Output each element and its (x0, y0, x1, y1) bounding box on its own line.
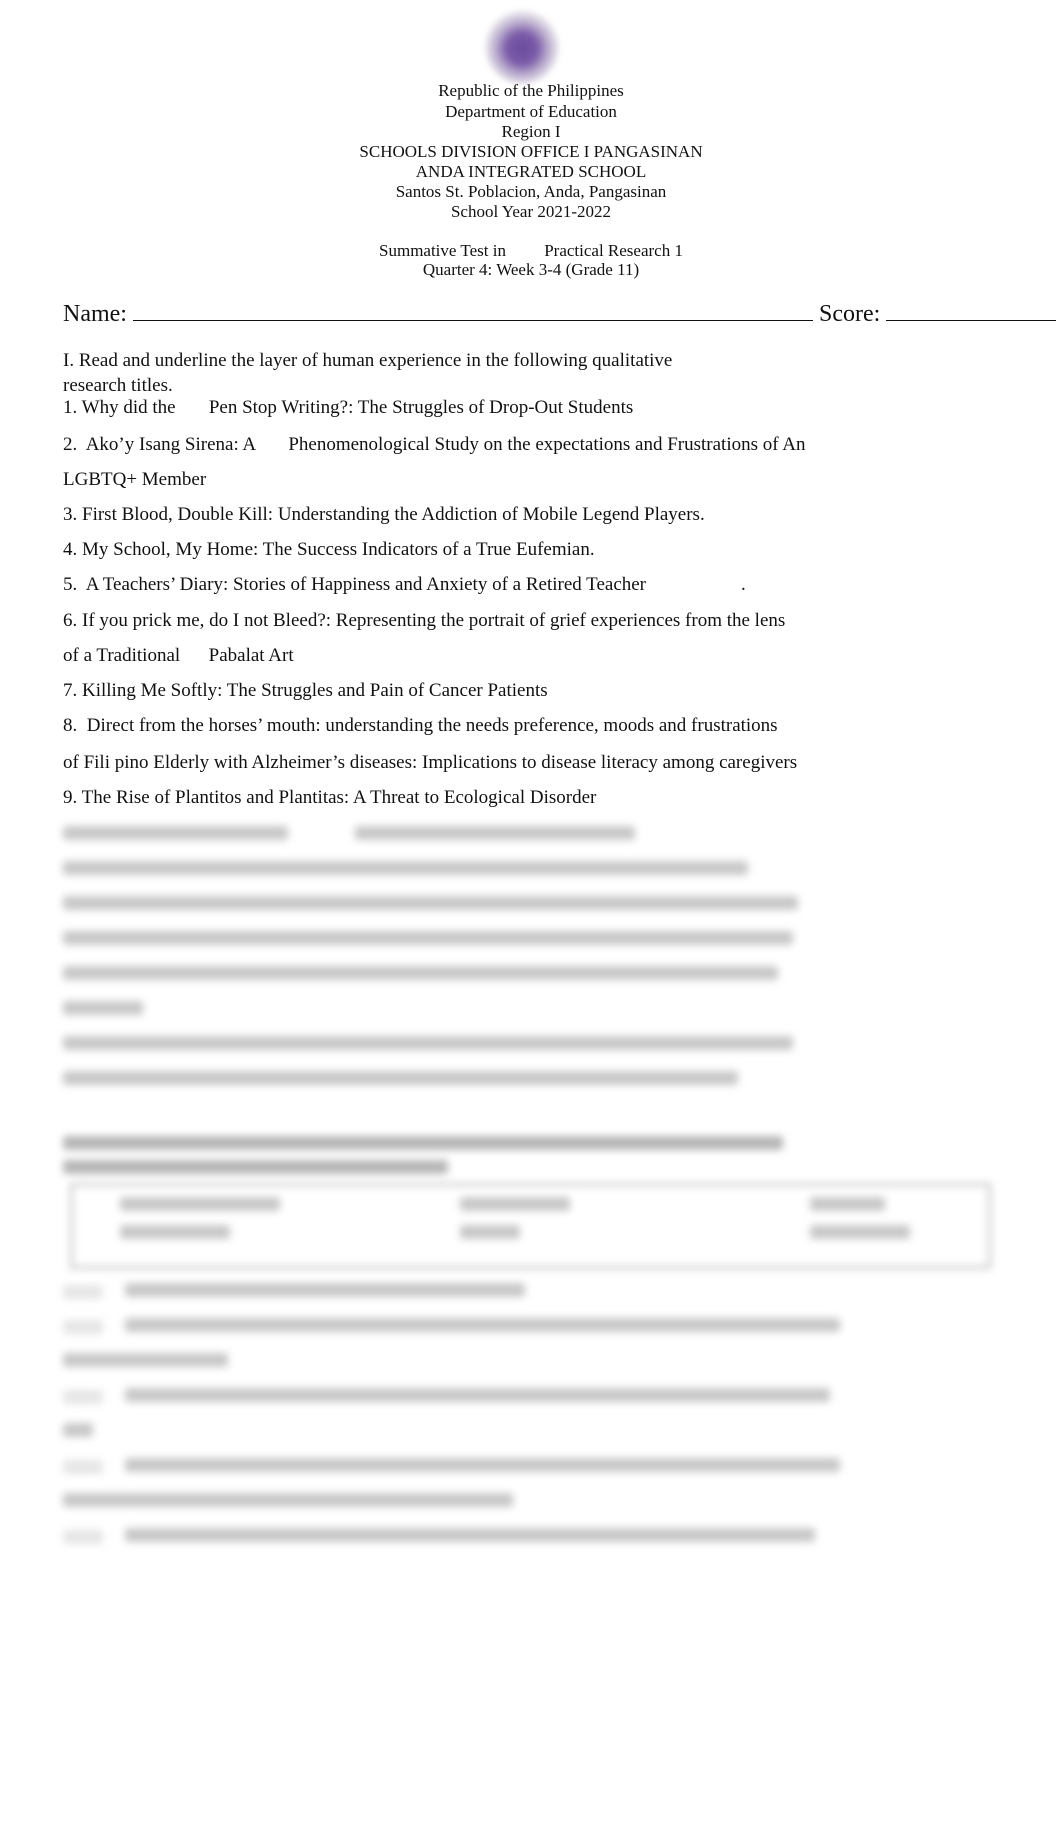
header-line: Santos St. Poblacion, Anda, Pangasinan (395, 182, 667, 201)
blurred-answer-blank (63, 1460, 103, 1474)
blurred-text-line (125, 1528, 815, 1542)
list-item: 2. Ako’y Isang Sirena: A Phenomenologica… (63, 434, 806, 455)
list-item: LGBTQ+ Member (63, 469, 207, 490)
blurred-choice (120, 1225, 230, 1239)
blurred-choice (120, 1197, 280, 1211)
blurred-text-line (63, 826, 288, 840)
blurred-answer-blank (63, 1530, 103, 1544)
list-item: of Fili pino Elderly with Alzheimer’s di… (63, 752, 798, 773)
blurred-choice (810, 1197, 885, 1211)
blurred-text-line (63, 861, 748, 875)
deped-seal-icon (485, 10, 559, 84)
blurred-choice (810, 1225, 910, 1239)
blurred-text-line (63, 1423, 93, 1437)
blurred-answer-blank (63, 1320, 103, 1334)
blurred-text-line (355, 826, 635, 840)
blurred-choice (460, 1225, 520, 1239)
blurred-text-line (125, 1283, 525, 1297)
blurred-answer-blank (63, 1390, 103, 1404)
list-item: of a Traditional Pabalat Art (63, 645, 294, 666)
name-label: Name: (63, 301, 127, 327)
header-line: School Year 2021-2022 (450, 202, 612, 221)
blurred-text-line (63, 931, 793, 945)
blurred-choices-box (70, 1183, 991, 1269)
blurred-text-line (63, 966, 778, 980)
list-item: 7. Killing Me Softly: The Struggles and … (63, 680, 548, 701)
score-label: Score: (818, 301, 881, 327)
list-item: 1. Why did the Pen Stop Writing?: The St… (63, 397, 634, 418)
score-field[interactable] (886, 298, 1057, 321)
blurred-text-line (63, 1136, 783, 1150)
blurred-text-line (125, 1318, 840, 1332)
header-line: Republic of the Philippines (438, 81, 624, 100)
name-field[interactable] (132, 298, 813, 321)
blurred-text-line (125, 1388, 830, 1402)
blurred-choice (460, 1197, 570, 1211)
list-item: 8. Direct from the horses’ mouth: unders… (63, 715, 778, 736)
blurred-text-line (63, 1160, 448, 1174)
list-item: 3. First Blood, Double Kill: Understandi… (63, 504, 705, 525)
list-item: 4. My School, My Home: The Success Indic… (63, 539, 595, 560)
header-line: Department of Education (445, 102, 617, 121)
test-title: Summative Test in Practical Research 1 (379, 241, 683, 260)
header-line: ANDA INTEGRATED SCHOOL (415, 162, 647, 181)
school-header: Republic of the Philippines Department o… (0, 81, 1062, 222)
blurred-text-line (63, 1001, 143, 1015)
list-item: 5. A Teachers’ Diary: Stories of Happine… (63, 574, 746, 595)
part1-instruction-cont: research titles. (63, 375, 173, 396)
blurred-text-line (63, 1493, 513, 1507)
part1-instruction: I. Read and underline the layer of human… (63, 350, 673, 371)
header-line: SCHOOLS DIVISION OFFICE I PANGASINAN (359, 142, 703, 161)
header-line: Region I (501, 122, 561, 141)
blurred-text-line (125, 1458, 840, 1472)
list-item: 9. The Rise of Plantitos and Plantitas: … (63, 787, 597, 808)
blurred-text-line (63, 1353, 228, 1367)
blurred-text-line (63, 1036, 793, 1050)
list-item: 6. If you prick me, do I not Bleed?: Rep… (63, 610, 786, 631)
name-score-row: Name: Score: (63, 298, 1057, 328)
blurred-text-line (63, 1071, 738, 1085)
test-subtitle: Quarter 4: Week 3-4 (Grade 11) (422, 260, 640, 279)
blurred-text-line (63, 896, 798, 910)
blurred-answer-blank (63, 1285, 103, 1299)
